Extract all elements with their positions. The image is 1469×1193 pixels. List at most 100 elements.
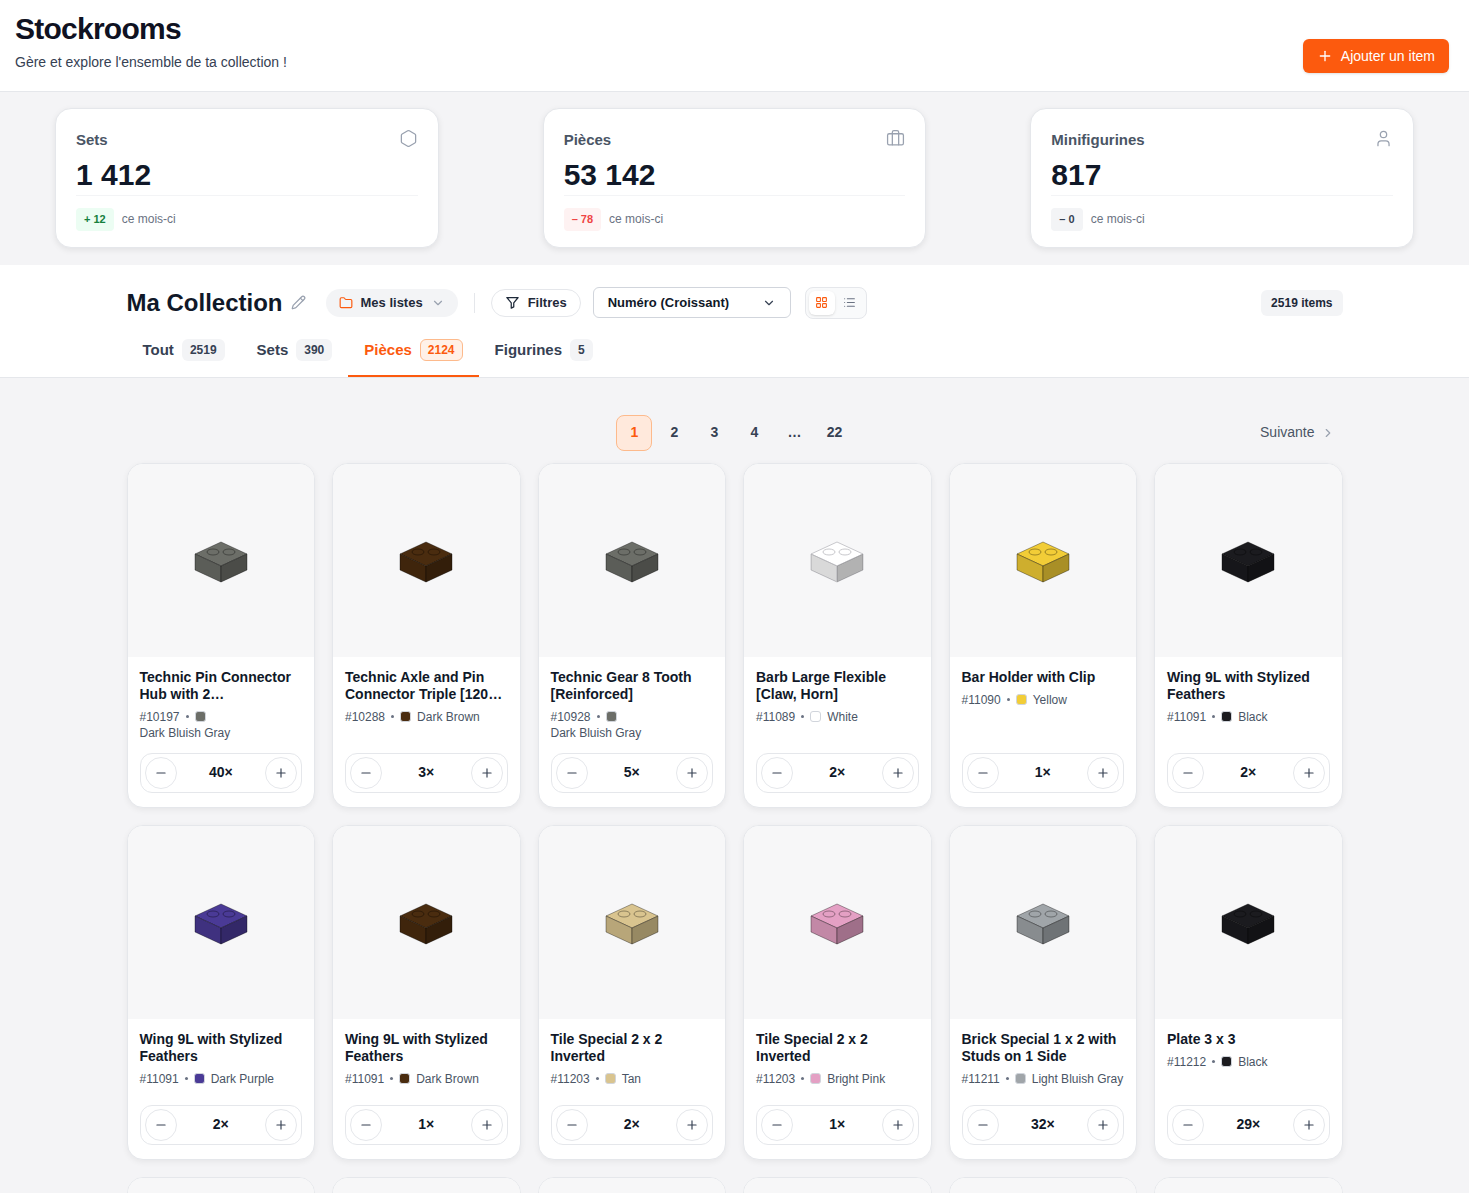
- item-number: #11091: [140, 1071, 179, 1087]
- stat-card: Minifigurines817– 0ce mois-ci: [1030, 108, 1414, 248]
- decrement-button[interactable]: [145, 1109, 177, 1141]
- item-card[interactable]: Technic Gear 8 Tooth [Reinforced]#10928D…: [538, 463, 727, 808]
- stat-suffix: ce mois-ci: [122, 210, 176, 228]
- piece-image: [1007, 886, 1079, 958]
- page-button[interactable]: 22: [816, 415, 852, 451]
- increment-button[interactable]: [471, 1109, 503, 1141]
- page-button[interactable]: 4: [736, 415, 772, 451]
- add-item-button[interactable]: Ajouter un item: [1303, 39, 1449, 73]
- quantity-control: 40×: [140, 741, 303, 793]
- item-card[interactable]: Bar Holder with Clip#11090Yellow1×: [949, 463, 1138, 808]
- decrement-button[interactable]: [761, 757, 793, 789]
- item-card[interactable]: Tile Special 2 x 2 Inverted#11203Bright …: [743, 825, 932, 1160]
- decrement-button[interactable]: [350, 757, 382, 789]
- item-card[interactable]: Brick Special 1 x 2 with Studs on 1 Side…: [949, 825, 1138, 1160]
- increment-button[interactable]: [676, 757, 708, 789]
- items-area: 1234…22 Suivante Technic Pin Connector Hub…: [127, 378, 1343, 1193]
- item-image: [333, 464, 520, 657]
- lists-button[interactable]: Mes listes: [326, 289, 458, 317]
- stat-card: Sets1 412+ 12ce mois-ci: [55, 108, 439, 248]
- item-card[interactable]: Wing 9L with Stylized Feathers#11091Dark…: [332, 825, 521, 1160]
- item-color: Dark Bluish Gray: [551, 725, 642, 741]
- item-card[interactable]: Barb Large Flexible [Claw, Horn]#11089Wh…: [743, 463, 932, 808]
- page-button[interactable]: 2: [656, 415, 692, 451]
- tab[interactable]: Figurines5: [479, 329, 609, 377]
- tab-count: 390: [296, 339, 332, 361]
- increment-button[interactable]: [1087, 757, 1119, 789]
- item-card[interactable]: [743, 1177, 932, 1193]
- decrement-button[interactable]: [967, 1109, 999, 1141]
- item-card[interactable]: [949, 1177, 1138, 1193]
- meta-separator: [186, 715, 189, 718]
- plus-icon: [1096, 766, 1110, 780]
- increment-button[interactable]: [1087, 1109, 1119, 1141]
- item-image: [333, 1178, 520, 1193]
- increment-button[interactable]: [1293, 757, 1325, 789]
- item-card[interactable]: Plate 3 x 3#11212Black29×: [1154, 825, 1343, 1160]
- item-image: [539, 826, 726, 1019]
- stat-divider: [1051, 195, 1393, 196]
- stat-card: Pièces53 142– 78ce mois-ci: [543, 108, 927, 248]
- item-color: Bright Pink: [827, 1071, 885, 1087]
- decrement-button[interactable]: [145, 757, 177, 789]
- tab[interactable]: Pièces2124: [348, 329, 478, 377]
- item-card[interactable]: [1154, 1177, 1343, 1193]
- toolbar-separator: [474, 293, 475, 313]
- item-card[interactable]: Technic Pin Connector Hub with 2…#10197D…: [127, 463, 316, 808]
- item-card[interactable]: Wing 9L with Stylized Feathers#11091Blac…: [1154, 463, 1343, 808]
- sort-select[interactable]: Numéro (Croissant): [593, 287, 791, 318]
- item-card[interactable]: Tile Special 2 x 2 Inverted#11203Tan2×: [538, 825, 727, 1160]
- page-button[interactable]: 1: [616, 415, 652, 451]
- item-card[interactable]: [538, 1177, 727, 1193]
- increment-button[interactable]: [265, 1109, 297, 1141]
- quantity-control: 2×: [140, 1093, 303, 1145]
- meta-separator: [1006, 1077, 1009, 1080]
- plus-icon: [1096, 1118, 1110, 1132]
- next-page-button[interactable]: Suivante: [1260, 422, 1334, 443]
- list-view-button[interactable]: [837, 291, 863, 315]
- item-card[interactable]: [332, 1177, 521, 1193]
- stat-value: 817: [1051, 157, 1393, 193]
- decrement-button[interactable]: [350, 1109, 382, 1141]
- item-color: Tan: [622, 1071, 641, 1087]
- meta-separator: [390, 1077, 393, 1080]
- collection-header: Ma CollectionMes listesFiltresNuméro (Cr…: [0, 265, 1469, 378]
- decrement-button[interactable]: [556, 1109, 588, 1141]
- edit-icon[interactable]: [291, 295, 306, 310]
- plus-icon: [274, 1118, 288, 1132]
- grid-view-button[interactable]: [809, 291, 835, 315]
- item-number: #11212: [1167, 1054, 1206, 1070]
- filter-icon: [505, 295, 520, 310]
- quantity-control: 1×: [756, 1093, 919, 1145]
- color-dot: [1221, 1056, 1232, 1067]
- tab[interactable]: Sets390: [241, 329, 349, 377]
- decrement-button[interactable]: [967, 757, 999, 789]
- items-grid: Technic Pin Connector Hub with 2…#10197D…: [127, 463, 1343, 1193]
- increment-button[interactable]: [265, 757, 297, 789]
- item-card[interactable]: Wing 9L with Stylized Feathers#11091Dark…: [127, 825, 316, 1160]
- increment-button[interactable]: [471, 757, 503, 789]
- filters-button[interactable]: Filtres: [491, 289, 581, 317]
- page-button[interactable]: …: [776, 415, 812, 451]
- decrement-button[interactable]: [1172, 757, 1204, 789]
- stat-value: 53 142: [564, 157, 906, 193]
- increment-button[interactable]: [676, 1109, 708, 1141]
- grid-icon: [815, 296, 828, 309]
- tab[interactable]: Tout2519: [127, 329, 241, 377]
- stat-suffix: ce mois-ci: [609, 210, 663, 228]
- page-header: StockroomsGère et explore l'ensemble de …: [0, 0, 1469, 92]
- decrement-button[interactable]: [556, 757, 588, 789]
- item-card[interactable]: Technic Axle and Pin Connector Triple [1…: [332, 463, 521, 808]
- item-quantity: 40×: [209, 762, 233, 783]
- decrement-button[interactable]: [1172, 1109, 1204, 1141]
- page-button[interactable]: 3: [696, 415, 732, 451]
- folder-icon: [339, 296, 353, 310]
- increment-button[interactable]: [1293, 1109, 1325, 1141]
- increment-button[interactable]: [882, 1109, 914, 1141]
- increment-button[interactable]: [882, 757, 914, 789]
- plus-icon: [1317, 48, 1333, 64]
- decrement-button[interactable]: [761, 1109, 793, 1141]
- color-dot: [810, 711, 821, 722]
- item-number: #11203: [551, 1071, 590, 1087]
- item-card[interactable]: [127, 1177, 316, 1193]
